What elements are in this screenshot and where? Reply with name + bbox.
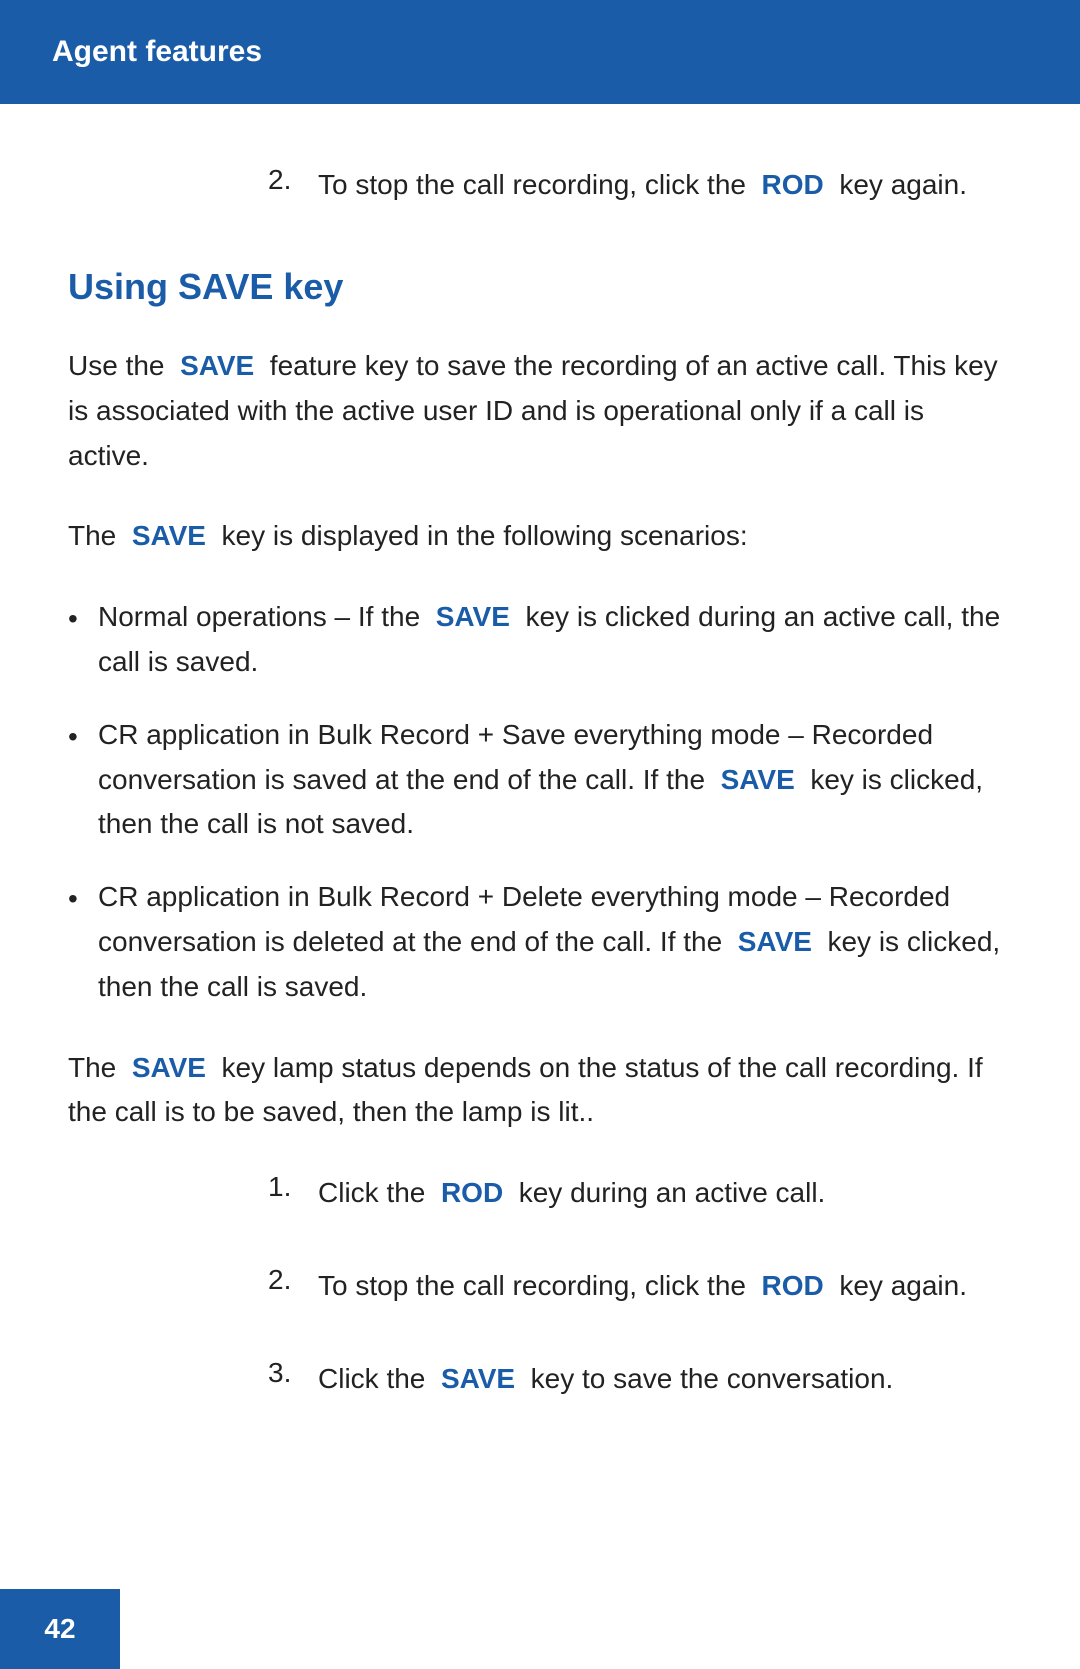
para-3: The SAVE key lamp status depends on the … [68, 1046, 1012, 1136]
bullet-content-1: Normal operations – If the SAVE key is c… [98, 595, 1012, 685]
header-title: Agent features [52, 35, 262, 69]
bullet-content-3: CR application in Bulk Record + Delete e… [98, 875, 1012, 1009]
intro-step-2-after: key again. [839, 169, 967, 200]
intro-step-2: 2. To stop the call recording, click the… [68, 164, 1012, 206]
intro-step-2-keyword: ROD [762, 169, 824, 200]
step-3-before: Click the [318, 1363, 425, 1394]
para-3-before: The [68, 1052, 116, 1083]
section-title: Using SAVE key [68, 266, 1012, 308]
step-1-content: Click the ROD key during an active call. [318, 1171, 825, 1216]
step-row-1: 1. Click the ROD key during an active ca… [268, 1171, 1012, 1216]
bullet-dot-3: • [68, 877, 98, 922]
list-item: • CR application in Bulk Record + Delete… [68, 875, 1012, 1009]
step-1-after: key during an active call. [519, 1177, 826, 1208]
intro-step-2-before: To stop the call recording, click the [318, 169, 746, 200]
bullet-dot-1: • [68, 597, 98, 642]
para-1-before: Use the [68, 350, 165, 381]
bullet-2-before: CR application in Bulk Record + Save eve… [98, 719, 933, 795]
list-item: • Normal operations – If the SAVE key is… [68, 595, 1012, 685]
step-3-number: 3. [268, 1357, 318, 1402]
steps-section: 1. Click the ROD key during an active ca… [68, 1171, 1012, 1401]
step-3-keyword: SAVE [441, 1363, 515, 1394]
bullet-content-2: CR application in Bulk Record + Save eve… [98, 713, 1012, 847]
step-1-before: Click the [318, 1177, 425, 1208]
step-2-after: key again. [839, 1270, 967, 1301]
bullet-1-before: Normal operations – If the [98, 601, 420, 632]
header-bar: Agent features [0, 0, 1080, 104]
para-2-after: key is displayed in the following scenar… [222, 520, 748, 551]
para-2-before: The [68, 520, 116, 551]
bullet-1-keyword: SAVE [436, 601, 510, 632]
page-number: 42 [44, 1613, 75, 1645]
footer-bar: 42 [0, 1589, 120, 1669]
para-2-keyword: SAVE [132, 520, 206, 551]
para-1: Use the SAVE feature key to save the rec… [68, 344, 1012, 478]
bullet-3-keyword: SAVE [738, 926, 812, 957]
para-2: The SAVE key is displayed in the followi… [68, 514, 1012, 559]
bullet-2-keyword: SAVE [721, 764, 795, 795]
step-row-3: 3. Click the SAVE key to save the conver… [268, 1357, 1012, 1402]
list-item: • CR application in Bulk Record + Save e… [68, 713, 1012, 847]
intro-step-2-text: To stop the call recording, click the RO… [318, 164, 967, 206]
step-row-2: 2. To stop the call recording, click the… [268, 1264, 1012, 1309]
para-3-keyword: SAVE [132, 1052, 206, 1083]
bullet-list: • Normal operations – If the SAVE key is… [68, 595, 1012, 1009]
step-2-before: To stop the call recording, click the [318, 1270, 746, 1301]
para-3-after: key lamp status depends on the status of… [68, 1052, 983, 1128]
bullet-3-before: CR application in Bulk Record + Delete e… [98, 881, 950, 957]
step-3-after: key to save the conversation. [531, 1363, 894, 1394]
para-1-keyword: SAVE [180, 350, 254, 381]
step-1-number: 1. [268, 1171, 318, 1216]
content-area: 2. To stop the call recording, click the… [0, 104, 1080, 1550]
step-2-content: To stop the call recording, click the RO… [318, 1264, 967, 1309]
step-2-keyword: ROD [762, 1270, 824, 1301]
step-2-number: 2. [268, 1264, 318, 1309]
bullet-dot-2: • [68, 715, 98, 760]
intro-step-2-number: 2. [268, 164, 318, 206]
step-3-content: Click the SAVE key to save the conversat… [318, 1357, 893, 1402]
step-1-keyword: ROD [441, 1177, 503, 1208]
